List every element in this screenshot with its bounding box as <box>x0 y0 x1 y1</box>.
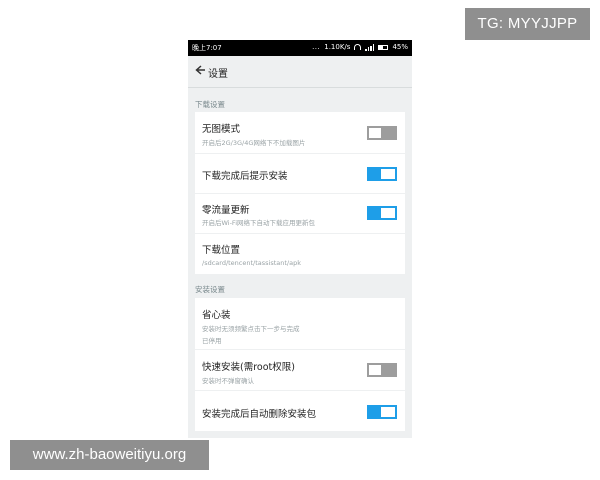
status-indicators: ... 1.10K/s 45% <box>312 43 408 51</box>
watermark-bottom: www.zh-baoweitiyu.org <box>10 440 209 470</box>
battery-icon <box>378 44 389 50</box>
fast-install-toggle[interactable] <box>367 363 397 377</box>
setting-title: 下载完成后提示安装 <box>202 171 288 182</box>
setting-title: 安装完成后自动删除安装包 <box>202 409 317 420</box>
auto-delete-package-toggle[interactable] <box>367 405 397 419</box>
setting-title: 快速安装(需root权限) <box>202 362 295 373</box>
setting-title: 零流量更新 <box>202 205 250 216</box>
phone-screen: 晚上7:07 ... 1.10K/s 45% 设置 下载设置 无图模式 开启后2… <box>188 40 412 438</box>
setting-row-zero-traffic-update[interactable]: 零流量更新 开启后Wi-Fi网络下自动下载应用更新包 <box>195 194 405 234</box>
download-path: /sdcard/tencent/tassistant/apk <box>202 259 301 267</box>
setting-row-fast-install[interactable]: 快速安装(需root权限) 安装时不弹窗确认 <box>195 350 405 391</box>
setting-subtitle: 安装时不弹窗确认 <box>202 377 254 385</box>
setting-subtitle: 开启后Wi-Fi网络下自动下载应用更新包 <box>202 219 316 227</box>
battery-percent: 45% <box>392 43 408 51</box>
install-settings-card: 省心装 安装时无须频繁点击下一步与完成 已停用 快速安装(需root权限) 安装… <box>195 298 405 431</box>
prompt-install-toggle[interactable] <box>367 167 397 181</box>
setting-title: 省心装 <box>202 310 231 321</box>
back-arrow-icon[interactable] <box>194 64 206 78</box>
section-header-install: 安装设置 <box>195 285 225 294</box>
section-header-download: 下载设置 <box>195 100 225 109</box>
download-settings-card: 无图模式 开启后2G/3G/4G网络下不加载图片 下载完成后提示安装 零流量更新… <box>195 112 405 274</box>
status-bar: 晚上7:07 ... 1.10K/s 45% <box>188 40 412 56</box>
no-image-toggle[interactable] <box>367 126 397 140</box>
network-speed: 1.10K/s <box>324 43 351 51</box>
setting-status: 已停用 <box>202 337 222 345</box>
page-title: 设置 <box>208 69 228 80</box>
setting-row-download-location[interactable]: 下载位置 /sdcard/tencent/tassistant/apk <box>195 234 405 274</box>
app-bar: 设置 <box>188 56 412 88</box>
status-time: 晚上7:07 <box>192 44 222 52</box>
setting-row-prompt-install[interactable]: 下载完成后提示安装 <box>195 154 405 194</box>
setting-title: 无图模式 <box>202 124 241 135</box>
watermark-top: TG: MYYJJPP <box>465 8 590 40</box>
setting-row-auto-delete-package[interactable]: 安装完成后自动删除安装包 <box>195 391 405 431</box>
setting-subtitle: 开启后2G/3G/4G网络下不加载图片 <box>202 139 306 147</box>
setting-title: 下载位置 <box>202 245 241 256</box>
signal-dots: ... <box>312 43 321 51</box>
setting-subtitle: 安装时无须频繁点击下一步与完成 <box>202 325 300 333</box>
wifi-icon <box>354 44 362 50</box>
setting-row-easy-install[interactable]: 省心装 安装时无须频繁点击下一步与完成 已停用 <box>195 298 405 350</box>
zero-traffic-update-toggle[interactable] <box>367 206 397 220</box>
cell-signal-icon <box>365 43 375 51</box>
setting-row-no-image[interactable]: 无图模式 开启后2G/3G/4G网络下不加载图片 <box>195 112 405 154</box>
